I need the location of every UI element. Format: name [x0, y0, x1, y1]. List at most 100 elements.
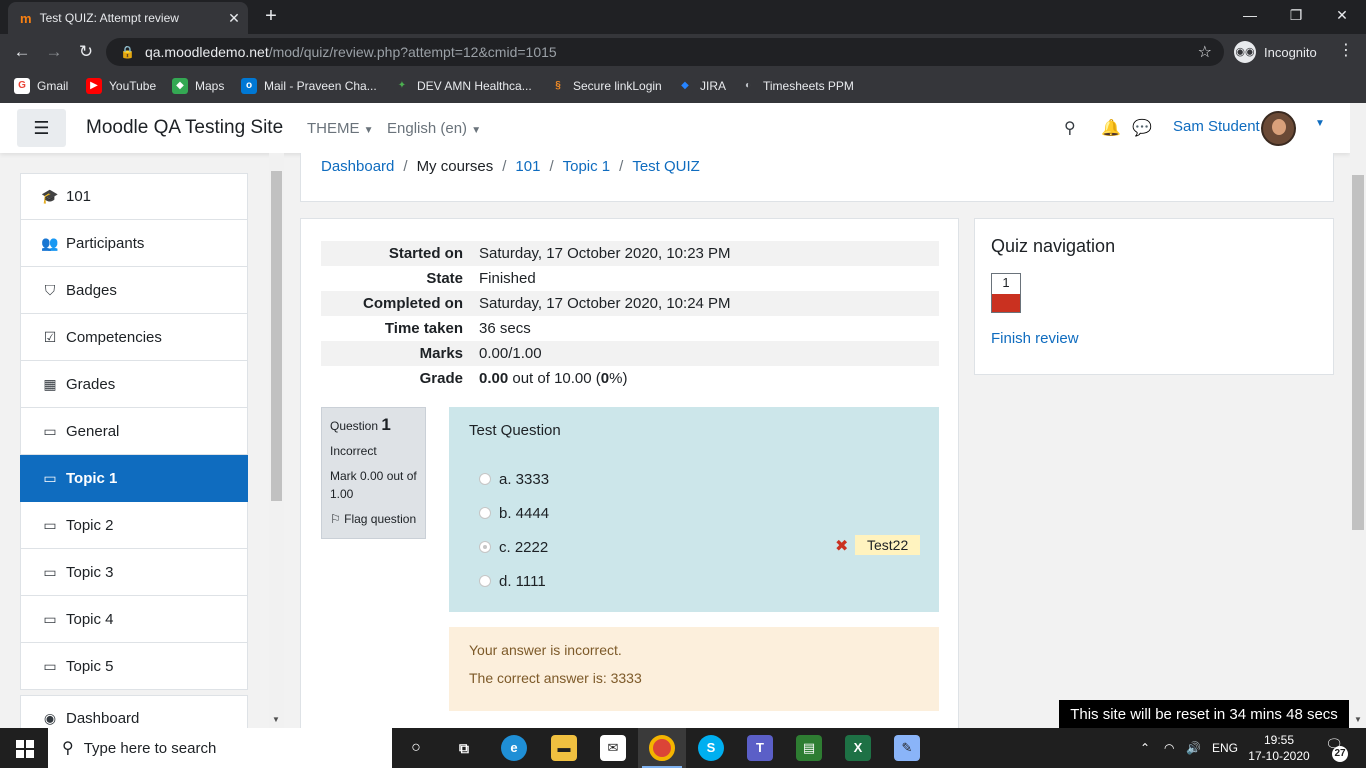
hamburger-icon: ☰ — [33, 118, 50, 138]
answer-radio[interactable] — [479, 507, 491, 519]
new-tab-icon[interactable]: + — [260, 5, 282, 27]
bookmark-item[interactable]: o Mail - Praveen Cha... — [241, 77, 377, 95]
clock-time: 19:55 — [1263, 733, 1295, 747]
taskbar-search[interactable]: ⚲ Type here to search — [48, 728, 392, 768]
finish-review-link[interactable]: Finish review — [991, 330, 1317, 347]
bookmark-item[interactable]: G Gmail — [14, 77, 68, 95]
flag-question-link[interactable]: ⚐ Flag question — [330, 510, 417, 528]
drawer-scrollbar[interactable]: ▼ — [269, 153, 284, 728]
incognito-indicator[interactable]: ◉◉ Incognito — [1234, 40, 1317, 64]
volume-icon[interactable]: 🔊 — [1186, 728, 1201, 768]
table-row: State Finished — [321, 266, 939, 291]
forward-icon[interactable]: → — [42, 40, 66, 64]
excel-icon[interactable]: X — [845, 735, 871, 761]
notification-center-icon[interactable]: 🗨 27 — [1322, 736, 1348, 762]
user-name[interactable]: Sam Student — [1173, 118, 1260, 135]
bookmark-item[interactable]: ◆ Maps — [172, 77, 224, 95]
page-scrollbar[interactable]: ▼ — [1350, 103, 1366, 728]
wifi-icon[interactable]: ◠ — [1164, 728, 1174, 768]
breadcrumb-quiz[interactable]: Test QUIZ — [632, 158, 700, 175]
teams-icon[interactable]: T — [747, 735, 773, 761]
bookmark-favicon-icon: ◆ — [677, 78, 693, 94]
paint-icon[interactable]: ✎ — [894, 735, 920, 761]
sidebar-item-label: Topic 1 — [66, 469, 118, 487]
chevron-down-icon: ▼ — [363, 125, 374, 136]
answer-radio[interactable] — [479, 575, 491, 587]
reload-icon[interactable]: ↻ — [74, 40, 98, 64]
taskbar-clock[interactable]: 19:55 17-10-2020 — [1246, 732, 1312, 764]
answer-radio[interactable] — [479, 473, 491, 485]
sidebar-item-general[interactable]: ▭ General — [20, 408, 248, 455]
notification-bell-icon[interactable]: 🔔 — [1101, 118, 1121, 138]
file-explorer-icon[interactable]: ▬ — [551, 735, 577, 761]
tray-chevron-icon[interactable]: ⌃ — [1140, 728, 1150, 768]
chrome-icon[interactable] — [649, 735, 675, 761]
sidebar-item-topic-2[interactable]: ▭ Topic 2 — [20, 502, 248, 549]
avatar[interactable] — [1261, 111, 1296, 146]
answer-option-a[interactable]: a. 3333 — [469, 462, 919, 496]
sidebar-item-competencies[interactable]: ☑ Competencies — [20, 314, 248, 361]
sidebar-item-icon: ▦ — [43, 375, 57, 392]
chrome-menu-icon[interactable]: ⋮ — [1338, 40, 1354, 60]
bookmark-item[interactable]: § Secure linkLogin — [550, 77, 662, 95]
minimize-icon[interactable]: — — [1227, 0, 1273, 30]
sidebar-item-participants[interactable]: 👥 Participants — [20, 220, 248, 267]
scroll-down-icon[interactable]: ▼ — [1354, 715, 1362, 724]
breadcrumb-topic[interactable]: Topic 1 — [563, 158, 611, 175]
drawer-toggle-button[interactable]: ☰ — [17, 109, 66, 147]
breadcrumb-course[interactable]: 101 — [515, 158, 540, 175]
language-menu[interactable]: English (en) ▼ — [387, 120, 481, 137]
moodle-favicon-icon: m — [20, 10, 32, 26]
sidebar-item-topic-1[interactable]: ▭ Topic 1 — [20, 455, 248, 502]
close-window-icon[interactable]: ✕ — [1319, 0, 1365, 30]
breadcrumb-dashboard[interactable]: Dashboard — [321, 158, 394, 175]
grade-value: 0.00 out of 10.00 (0%) — [471, 366, 939, 391]
tab-close-icon[interactable]: ✕ — [220, 10, 248, 27]
sidebar-item-101[interactable]: 🎓 101 — [20, 173, 248, 220]
url-host: qa.moodledemo.net — [144, 44, 269, 60]
sidebar-item-badges[interactable]: ⛉ Badges — [20, 267, 248, 314]
sidebar-item-topic-5[interactable]: ▭ Topic 5 — [20, 643, 248, 690]
table-row: Completed on Saturday, 17 October 2020, 1… — [321, 291, 939, 316]
answer-option-d[interactable]: d. 1111 — [469, 564, 919, 598]
browser-tab[interactable]: m Test QUIZ: Attempt review ✕ — [8, 2, 248, 34]
skype-icon[interactable]: S — [698, 735, 724, 761]
browser-tabstrip: m Test QUIZ: Attempt review ✕ + — ❐ ✕ — [0, 0, 1366, 34]
question-nav-button[interactable]: 1 — [991, 273, 1021, 313]
sidebar-item-grades[interactable]: ▦ Grades — [20, 361, 248, 408]
page-header-card: Dashboard / My courses / 101 / Topic 1 / Tes… — [300, 153, 1334, 202]
answer-label: c. 2222 — [499, 538, 549, 556]
task-view-icon[interactable]: ⧉ — [451, 735, 477, 761]
edge-icon[interactable]: e — [501, 735, 527, 761]
bookmark-label: Mail - Praveen Cha... — [264, 79, 377, 93]
scroll-down-icon[interactable]: ▼ — [272, 715, 280, 724]
answer-radio-selected[interactable] — [479, 541, 491, 553]
cortana-icon[interactable]: ○ — [403, 735, 429, 761]
user-menu-caret-icon[interactable]: ▼ — [1315, 118, 1325, 129]
answer-option-c[interactable]: c. 2222 ✖ Test22 — [469, 530, 921, 564]
tab-title: Test QUIZ: Attempt review — [39, 11, 179, 25]
back-icon[interactable]: ← — [10, 40, 34, 64]
windows-start-icon[interactable] — [0, 728, 48, 768]
theme-menu[interactable]: THEME ▼ — [307, 120, 374, 137]
page-scrollbar-thumb[interactable] — [1352, 175, 1364, 530]
site-name[interactable]: Moodle QA Testing Site — [86, 117, 283, 139]
bookmark-item[interactable]: ✦ DEV AMN Healthca... — [394, 77, 532, 95]
project-icon[interactable]: ▤ — [796, 735, 822, 761]
bookmark-item[interactable]: ◐ Timesheets PPM — [740, 77, 854, 95]
language-indicator[interactable]: ENG — [1212, 728, 1238, 768]
drawer-scrollbar-thumb[interactable] — [271, 171, 282, 501]
sidebar-item-topic-4[interactable]: ▭ Topic 4 — [20, 596, 248, 643]
answer-option-b[interactable]: b. 4444 — [469, 496, 919, 530]
sidebar-item-topic-3[interactable]: ▭ Topic 3 — [20, 549, 248, 596]
search-icon[interactable]: ⚲ — [1064, 118, 1076, 138]
messages-icon[interactable]: 💬 — [1132, 118, 1152, 138]
breadcrumb-separator: / — [549, 158, 554, 175]
mail-icon[interactable]: ✉ — [600, 735, 626, 761]
bookmark-item[interactable]: ◆ JIRA — [677, 77, 726, 95]
answer-label: d. 1111 — [499, 572, 546, 590]
address-bar[interactable]: 🔒 qa.moodledemo.net/mod/quiz/review.php?… — [106, 38, 1224, 66]
bookmark-item[interactable]: ▶ YouTube — [86, 77, 156, 95]
restore-icon[interactable]: ❐ — [1273, 0, 1319, 30]
bookmark-star-icon[interactable]: ☆ — [1198, 42, 1212, 62]
